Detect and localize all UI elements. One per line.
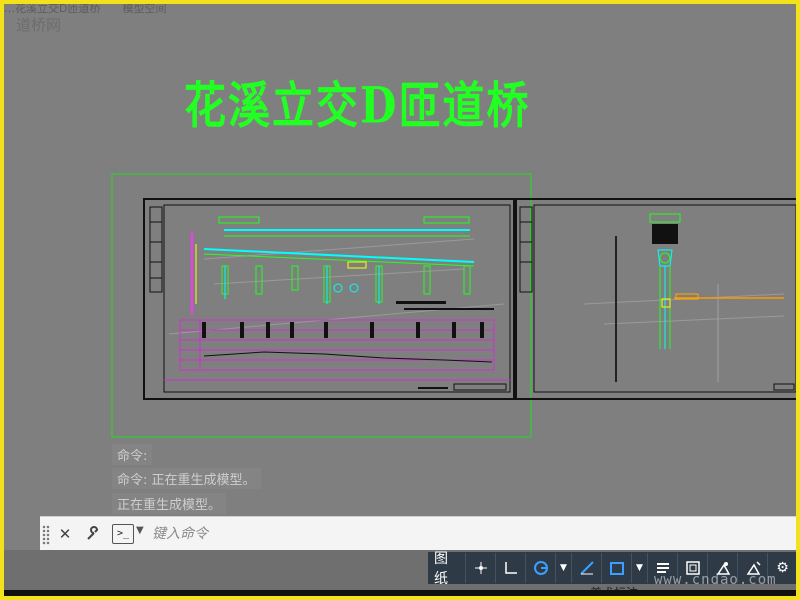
chevron-down-icon[interactable]: ▼	[632, 553, 648, 583]
polar-tracking-icon[interactable]	[526, 553, 556, 583]
command-history-line: 命令: 正在重生成模型。	[112, 468, 261, 489]
command-input[interactable]	[152, 522, 782, 546]
command-prompt-icon[interactable]: >_	[112, 524, 134, 544]
watermark: www.cndao.com	[654, 572, 777, 588]
chevron-down-icon[interactable]: ▼	[556, 553, 572, 583]
ortho-icon[interactable]	[496, 553, 526, 583]
window-bottom-edge	[4, 590, 796, 596]
object-snap-icon[interactable]	[602, 553, 632, 583]
command-history-line: 命令:	[112, 444, 153, 465]
command-line: ✕ >_ ▼	[40, 516, 796, 550]
wrench-icon[interactable]	[82, 523, 104, 545]
app-window: …花溪立交D匝道桥 模型空间 道桥网 花溪立交D匝道桥 命令: 命令: 正在重生…	[0, 0, 800, 600]
grid-snap-icon[interactable]	[466, 553, 496, 583]
layout-toggle-button[interactable]: 图纸	[428, 551, 466, 587]
sheet-section	[515, 198, 796, 400]
close-icon[interactable]: ✕	[54, 523, 76, 545]
drag-grip-icon[interactable]	[42, 525, 50, 545]
viewport-frame[interactable]	[111, 173, 532, 438]
sheet-elevation	[143, 198, 515, 400]
command-history-line: 正在重生成模型。	[112, 493, 227, 514]
drawing-viewport[interactable]: …花溪立交D匝道桥 模型空间 道桥网 花溪立交D匝道桥 命令: 命令: 正在重生…	[4, 4, 796, 596]
chevron-down-icon[interactable]: ▼	[136, 525, 144, 536]
isodraft-icon[interactable]	[572, 553, 602, 583]
